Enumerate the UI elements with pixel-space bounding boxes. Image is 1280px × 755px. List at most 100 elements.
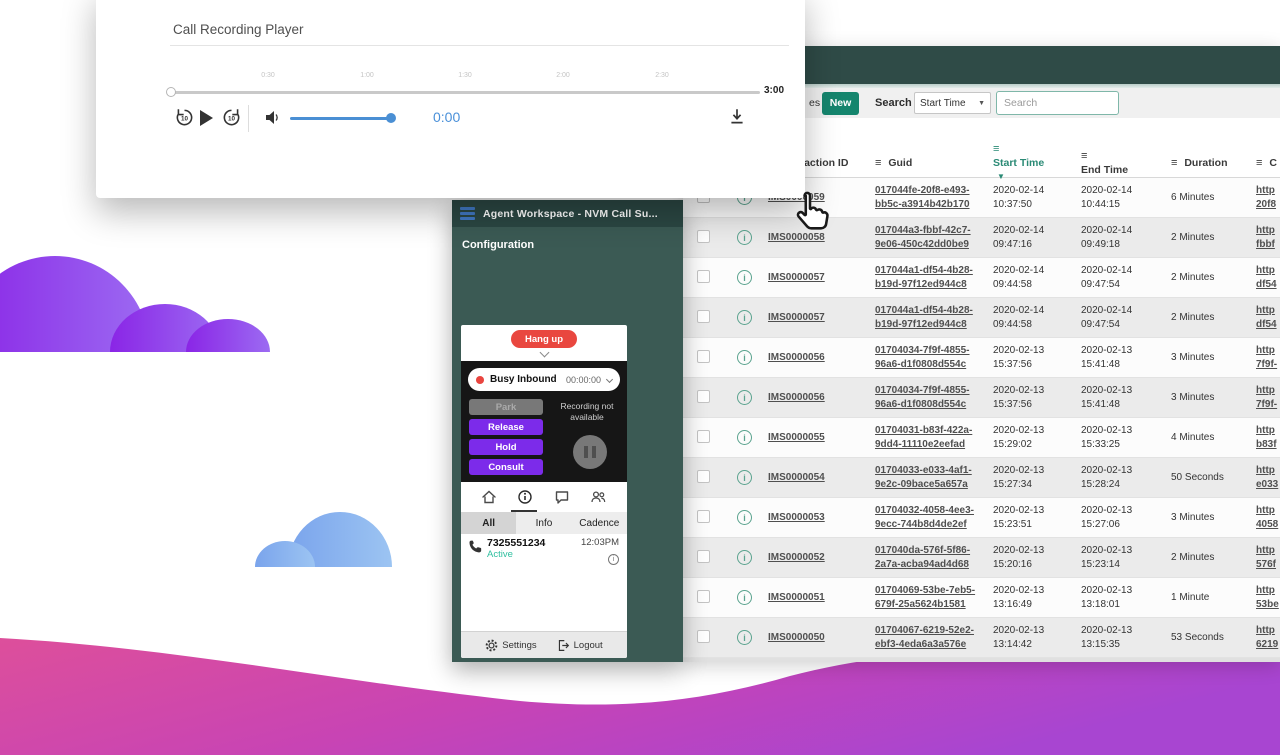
interaction-id-link[interactable]: IMS0000052 (768, 552, 825, 563)
content-link[interactable]: http4058 (1256, 504, 1280, 531)
guid-link[interactable]: 01704033-e033-4af1-9e2c-09bace5a657a (875, 464, 993, 491)
guid-link[interactable]: 01704032-4058-4ee3-9ecc-744b8d4de2ef (875, 504, 993, 531)
new-button[interactable]: New (822, 92, 859, 115)
agent-workspace-titlebar: Agent Workspace - NVM Call Su... (452, 200, 683, 227)
interaction-id-link[interactable]: IMS0000056 (768, 352, 825, 363)
settings-button[interactable]: Settings (485, 639, 536, 652)
guid-link[interactable]: 017044a1-df54-4b28-b19d-97f12ed944c8 (875, 304, 993, 331)
volume-handle[interactable] (386, 113, 396, 123)
row-info-icon[interactable]: i (737, 590, 752, 605)
interaction-id-link[interactable]: IMS0000054 (768, 472, 825, 483)
hangup-button[interactable]: Hang up (511, 330, 577, 348)
menu-icon[interactable] (460, 207, 475, 220)
row-info-icon[interactable]: i (737, 430, 752, 445)
seek-handle[interactable] (166, 87, 176, 97)
incoming-call-icon (467, 539, 482, 554)
row-checkbox[interactable] (697, 430, 710, 443)
interaction-id-link[interactable]: IMS0000056 (768, 392, 825, 403)
play-button[interactable] (200, 110, 213, 126)
tab-all[interactable]: All (461, 512, 516, 534)
forward-10-button[interactable]: 10 (221, 107, 242, 128)
download-button[interactable] (728, 107, 746, 126)
content-link[interactable]: http7f9f- (1256, 384, 1280, 411)
row-info-icon[interactable]: i (737, 630, 752, 645)
content-link[interactable]: http7f9f- (1256, 344, 1280, 371)
row-checkbox[interactable] (697, 390, 710, 403)
column-header-guid[interactable]: ≡ Guid (875, 157, 993, 169)
info-tab-icon[interactable] (517, 489, 533, 505)
row-checkbox[interactable] (697, 470, 710, 483)
row-checkbox[interactable] (697, 270, 710, 283)
content-link[interactable]: httpfbbf (1256, 224, 1280, 251)
people-icon[interactable] (590, 489, 607, 505)
row-info-icon[interactable]: i (737, 230, 752, 245)
search-field-dropdown[interactable]: Start Time ▼ (914, 92, 991, 114)
row-info-icon[interactable]: i (737, 510, 752, 525)
guid-link[interactable]: 01704034-7f9f-4855-96a6-d1f0808d554c (875, 344, 993, 371)
row-checkbox[interactable] (697, 350, 710, 363)
content-link[interactable]: http6219 (1256, 624, 1280, 651)
row-info-icon[interactable]: i (737, 350, 752, 365)
interaction-id-link[interactable]: IMS0000050 (768, 632, 825, 643)
content-link[interactable]: http20f8 (1256, 184, 1280, 211)
guid-link[interactable]: 01704067-6219-52e2-ebf3-4eda6a3a576e (875, 624, 993, 651)
volume-slider[interactable] (290, 117, 391, 120)
search-input[interactable] (996, 91, 1119, 115)
row-checkbox[interactable] (697, 630, 710, 643)
end-time-cell: 2020-02-1315:27:06 (1081, 504, 1169, 532)
agent-workspace-panel: Agent Workspace - NVM Call Su... Configu… (452, 200, 683, 662)
logout-button[interactable]: Logout (557, 639, 603, 652)
guid-link[interactable]: 01704031-b83f-422a-9dd4-11110e2eefad (875, 424, 993, 451)
interaction-id-link[interactable]: IMS0000057 (768, 312, 825, 323)
row-info-icon[interactable]: i (737, 270, 752, 285)
column-header-content[interactable]: ≡ C (1256, 157, 1280, 169)
column-header-start-time[interactable]: ≡ Start Time ▼ (993, 142, 1081, 184)
content-link[interactable]: http53be (1256, 584, 1280, 611)
guid-link[interactable]: 01704069-53be-7eb5-679f-25a5624b1581 (875, 584, 993, 611)
hold-button[interactable]: Hold (469, 439, 543, 455)
tab-cadence[interactable]: Cadence (572, 512, 627, 534)
table-row: i IMS0000057 017044a1-df54-4b28-b19d-97f… (683, 298, 1280, 338)
guid-link[interactable]: 017044a1-df54-4b28-b19d-97f12ed944c8 (875, 264, 993, 291)
guid-link[interactable]: 017044fe-20f8-e493-bb5c-a3914b42b170 (875, 184, 993, 211)
pause-recording-button[interactable] (573, 435, 607, 469)
interaction-id-link[interactable]: IMS0000057 (768, 272, 825, 283)
content-link[interactable]: http576f (1256, 544, 1280, 571)
row-info-icon[interactable]: i (737, 390, 752, 405)
row-info-icon[interactable]: i (737, 310, 752, 325)
park-button[interactable]: Park (469, 399, 543, 415)
content-link[interactable]: httpdf54 (1256, 304, 1280, 331)
content-link[interactable]: httpdf54 (1256, 264, 1280, 291)
row-checkbox[interactable] (697, 310, 710, 323)
chevron-down-icon[interactable] (539, 348, 549, 358)
seek-bar[interactable] (170, 91, 760, 94)
row-checkbox[interactable] (697, 550, 710, 563)
release-button[interactable]: Release (469, 419, 543, 435)
row-checkbox[interactable] (697, 510, 710, 523)
interaction-id-link[interactable]: IMS0000055 (768, 432, 825, 443)
call-status-pill[interactable]: Busy Inbound 00:00:00 (468, 368, 620, 391)
home-icon[interactable] (481, 489, 497, 505)
column-header-duration[interactable]: ≡ Duration (1169, 157, 1256, 169)
tab-info[interactable]: Info (516, 512, 571, 534)
column-header-end-time[interactable]: ≡ End Time (1081, 149, 1169, 177)
rewind-10-button[interactable]: 10 (174, 107, 195, 128)
interaction-id-link[interactable]: IMS0000053 (768, 512, 825, 523)
call-info-icon[interactable]: i (608, 554, 619, 565)
guid-link[interactable]: 017040da-576f-5f86-2a7a-acba94ad4d68 (875, 544, 993, 571)
consult-button[interactable]: Consult (469, 459, 543, 475)
active-call-row[interactable]: 7325551234 Active 12:03PM i (461, 534, 627, 565)
timeline-tick: 2:00 (556, 72, 570, 79)
row-checkbox[interactable] (697, 590, 710, 603)
chat-icon[interactable] (554, 489, 570, 505)
interaction-id-link[interactable]: IMS0000051 (768, 592, 825, 603)
volume-icon[interactable] (264, 109, 282, 126)
row-checkbox[interactable] (697, 230, 710, 243)
content-link[interactable]: httpb83f (1256, 424, 1280, 451)
content-link[interactable]: httpe033 (1256, 464, 1280, 491)
row-info-icon[interactable]: i (737, 550, 752, 565)
guid-link[interactable]: 01704034-7f9f-4855-96a6-d1f0808d554c (875, 384, 993, 411)
row-info-icon[interactable]: i (737, 470, 752, 485)
guid-link[interactable]: 017044a3-fbbf-42c7-9e06-450c42dd0be9 (875, 224, 993, 251)
duration-cell: 2 Minutes (1169, 232, 1256, 243)
